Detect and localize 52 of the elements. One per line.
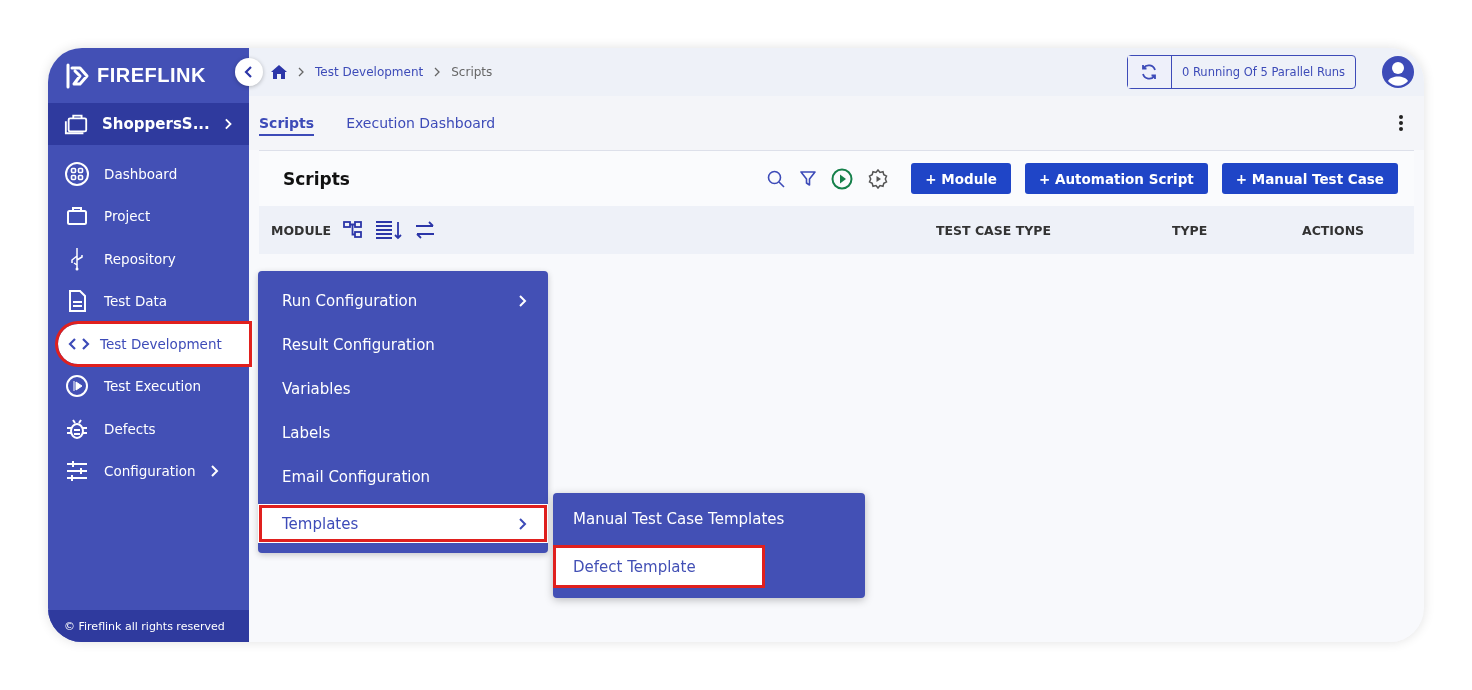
sidebar-item[interactable]: Defects (48, 408, 249, 449)
refresh-button[interactable] (1127, 56, 1172, 88)
breadcrumb-separator (433, 67, 442, 77)
sidebar-item[interactable]: Test Data (48, 281, 249, 321)
column-header: MODULE (271, 222, 332, 238)
menu-item[interactable]: Templates (258, 504, 548, 543)
logo-text: FIREFLINK (97, 64, 206, 87)
sidebar-item[interactable]: Test Development (58, 323, 249, 364)
logo-icon (65, 62, 91, 89)
menu-item[interactable]: Email Configuration (258, 455, 548, 499)
home-icon[interactable] (271, 65, 287, 79)
avatar-icon[interactable] (1382, 56, 1414, 88)
menu-item[interactable]: Labels (258, 411, 548, 455)
menu-item[interactable]: Manual Test Case Templates (553, 493, 865, 545)
column-header: TEST CASE TYPE (936, 222, 1052, 238)
sidebar-item[interactable]: Test Execution (48, 366, 249, 406)
briefcase-icon (64, 112, 89, 136)
filter-icon[interactable] (799, 169, 818, 188)
sidebar-item[interactable]: Project (48, 196, 249, 236)
swap-icon[interactable] (415, 221, 436, 239)
sort-icon[interactable] (375, 220, 404, 240)
tab[interactable]: Execution Dashboard (346, 115, 496, 136)
play-circle-icon[interactable] (831, 167, 854, 190)
sidebar-item[interactable]: Repository (48, 238, 249, 279)
tree-icon[interactable] (343, 221, 364, 239)
parallel-runs-text: 0 Running Of 5 Parallel Runs (1180, 64, 1346, 81)
tab[interactable]: Scripts (259, 115, 315, 136)
chevron-left-icon (244, 66, 254, 78)
copyright-text: © Fireflink all rights reserved (48, 610, 249, 642)
breadcrumb-separator (297, 67, 305, 77)
refresh-icon (1140, 63, 1159, 81)
project-selector[interactable]: ShoppersS... (48, 103, 249, 145)
more-options-icon[interactable] (1398, 114, 1404, 132)
sidebar-item[interactable]: Dashboard (48, 153, 249, 194)
sidebar-item[interactable]: Configuration (48, 451, 249, 491)
add-button[interactable]: + Automation Script (1025, 163, 1208, 194)
menu-item[interactable]: Defect Template (553, 545, 765, 588)
column-header: ACTIONS (1302, 222, 1366, 238)
breadcrumb-link[interactable]: Test Development (315, 65, 424, 79)
add-button[interactable]: + Module (911, 163, 1012, 194)
panel-title: Scripts (283, 168, 350, 189)
sliders-icon (64, 458, 90, 484)
settings-icon[interactable] (867, 167, 890, 190)
grid-circle-icon (64, 160, 90, 187)
chevron-right-icon (223, 117, 233, 131)
search-icon[interactable] (767, 169, 786, 188)
menu-item[interactable]: Run Configuration (258, 279, 548, 323)
add-button[interactable]: + Manual Test Case (1221, 163, 1398, 194)
menu-item[interactable]: Result Configuration (258, 323, 548, 367)
column-header: TYPE (1172, 222, 1209, 238)
play-circle-icon (64, 373, 90, 399)
menu-item[interactable]: Variables (258, 367, 548, 411)
